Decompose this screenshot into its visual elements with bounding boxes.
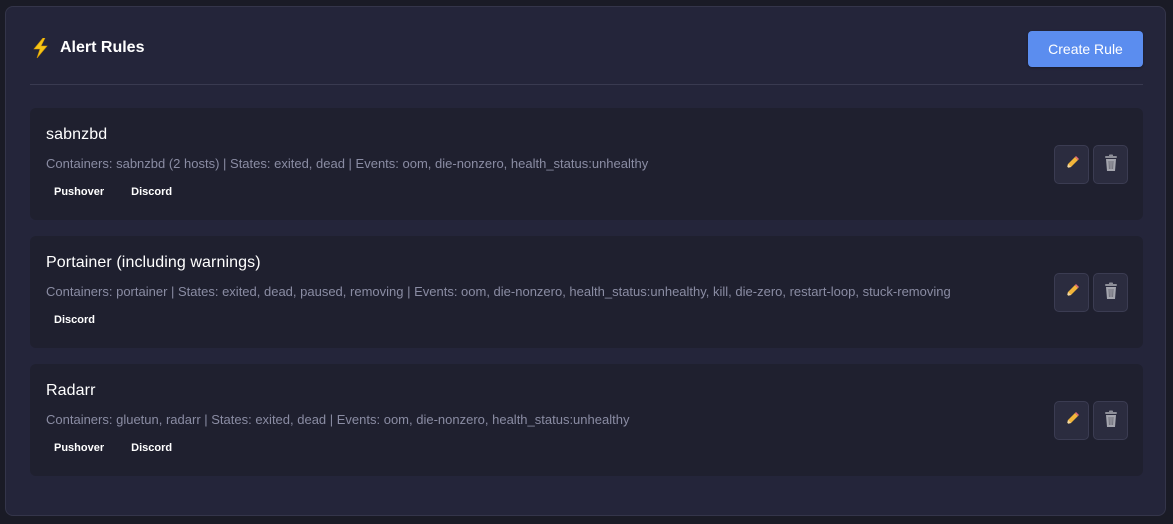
delete-rule-button[interactable] [1093,145,1128,184]
title-group: Alert Rules [30,37,144,59]
page-title: Alert Rules [60,39,145,56]
edit-rule-button[interactable] [1054,401,1089,440]
delete-rule-button[interactable] [1093,273,1128,312]
alert-rules-panel: Alert Rules Create Rule sabnzbd Containe… [5,6,1166,516]
trash-icon [1103,154,1119,175]
rule-card-portainer: Portainer (including warnings) Container… [30,236,1143,348]
channel-badge-discord: Discord [131,186,173,198]
rule-details: Containers: portainer | States: exited, … [46,284,951,299]
channel-badge-pushover: Pushover [54,442,105,454]
trash-icon [1103,410,1119,431]
rule-details: Containers: sabnzbd (2 hosts) | States: … [46,156,649,171]
notification-channels: Pushover Discord [46,184,191,200]
rule-name: sabnzbd [46,126,108,143]
rule-name: Radarr [46,382,96,399]
edit-rule-button[interactable] [1054,273,1089,312]
pencil-icon [1064,283,1080,302]
notification-channels: Pushover Discord [46,440,191,456]
notification-channels: Discord [46,312,114,328]
panel-header: Alert Rules Create Rule [30,7,1143,85]
rule-card-radarr: Radarr Containers: gluetun, radarr | Sta… [30,364,1143,476]
lightning-bolt-icon [32,37,50,59]
rule-details: Containers: gluetun, radarr | States: ex… [46,412,630,427]
rule-actions [1050,145,1128,184]
channel-badge-pushover: Pushover [54,186,105,198]
trash-icon [1103,282,1119,303]
rule-actions [1050,401,1128,440]
rule-card-sabnzbd: sabnzbd Containers: sabnzbd (2 hosts) | … [30,108,1143,220]
channel-badge-discord: Discord [131,442,173,454]
create-rule-button[interactable]: Create Rule [1028,31,1143,67]
delete-rule-button[interactable] [1093,401,1128,440]
pencil-icon [1064,155,1080,174]
edit-rule-button[interactable] [1054,145,1089,184]
channel-badge-discord: Discord [54,314,95,326]
rule-actions [1050,273,1128,312]
rule-name: Portainer (including warnings) [46,254,261,271]
pencil-icon [1064,411,1080,430]
